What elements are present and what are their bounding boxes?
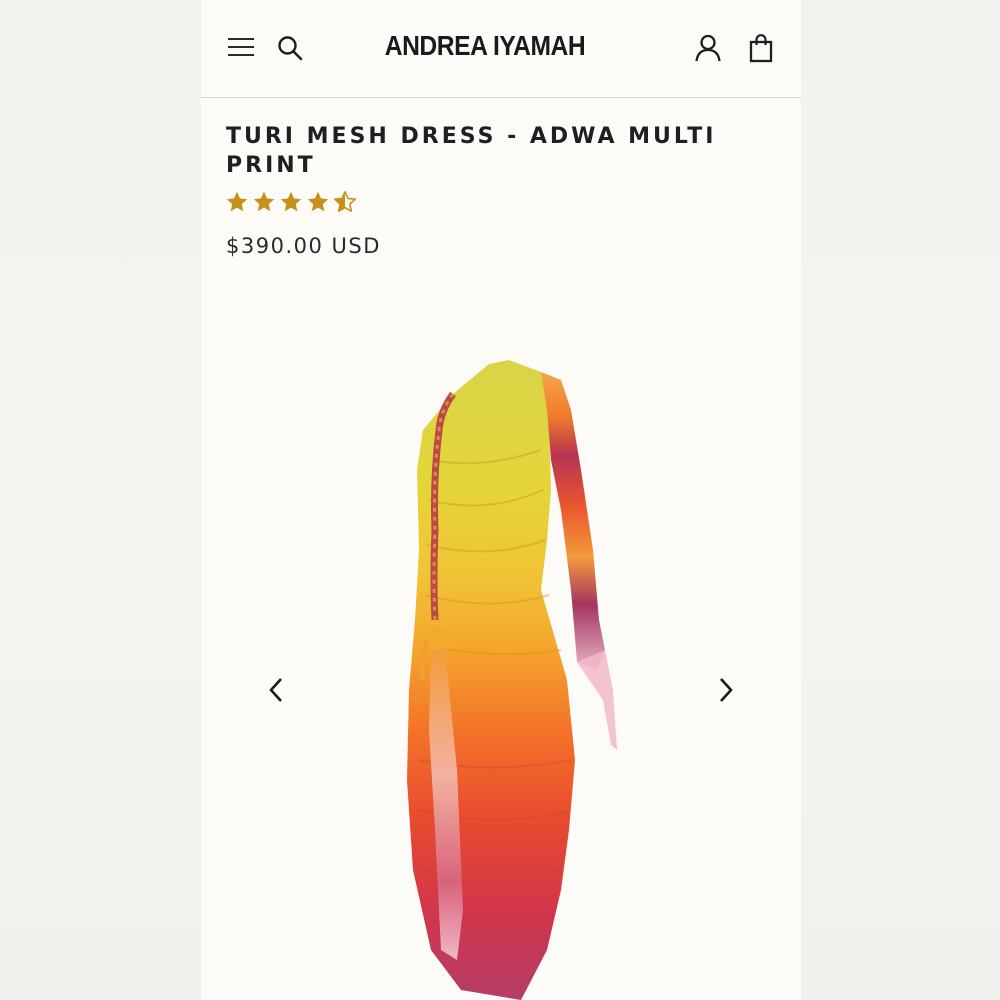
brand-logo[interactable]: ANDREA IYAMAH [367,30,603,62]
star-icon [307,191,329,212]
product-title: TURI MESH DRESS - ADWA MULTI PRINT [226,124,717,178]
star-icon [253,191,275,212]
user-account-icon[interactable] [693,33,723,63]
hamburger-menu-icon[interactable] [228,36,254,58]
product-image-gallery [201,290,801,1000]
product-image[interactable] [371,350,651,1000]
background-blur-left [0,0,200,1000]
shopping-bag-icon[interactable] [748,33,774,63]
search-icon[interactable] [277,35,303,61]
product-price: $390.00 USD [226,234,381,258]
chevron-left-icon[interactable] [265,675,289,705]
site-header: ANDREA IYAMAH [201,0,801,98]
rating-stars[interactable] [225,190,357,216]
chevron-right-icon[interactable] [713,675,737,705]
star-icon [226,191,248,212]
star-icon [280,191,302,212]
mobile-product-page: ANDREA IYAMAH TURI MESH DRESS - ADWA MUL… [201,0,801,1000]
background-blur-right [800,0,1000,1000]
half-star-icon [334,191,356,212]
